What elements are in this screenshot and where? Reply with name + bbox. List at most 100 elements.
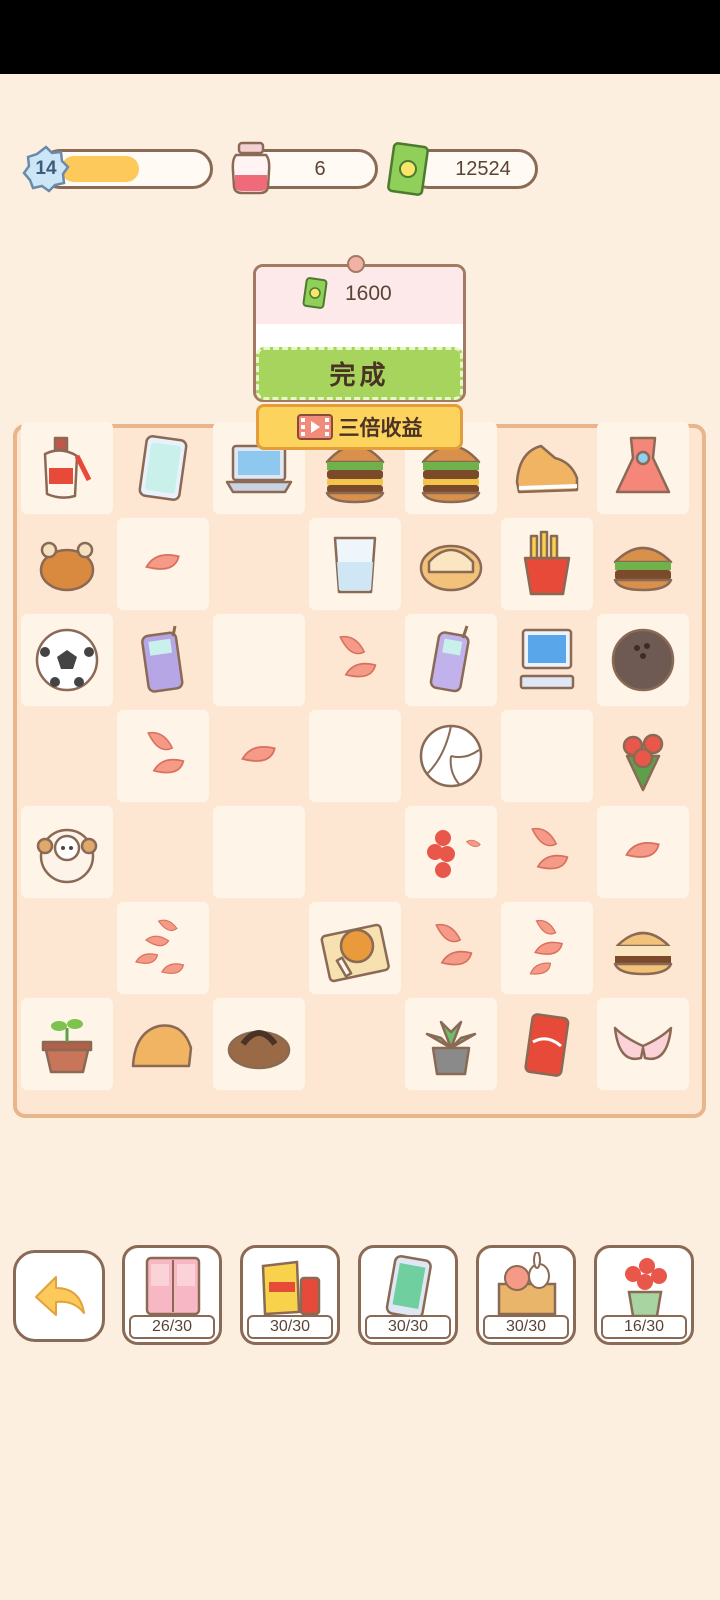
flower-pot-icon: [625, 1258, 667, 1318]
board-cell[interactable]: [405, 998, 497, 1090]
collection-count: 30/30: [365, 1315, 451, 1339]
board-cell[interactable]: [21, 422, 113, 514]
board-cell: [309, 998, 401, 1090]
sandwich-icon: [613, 931, 673, 976]
energy-jar-icon: [231, 141, 271, 195]
board-cell: [21, 710, 113, 802]
popup-pin-icon: [347, 255, 365, 273]
board-cell[interactable]: [501, 998, 593, 1090]
board-cell[interactable]: [117, 518, 209, 610]
board-cell: [501, 710, 593, 802]
board-cell[interactable]: [597, 902, 689, 994]
collection-count: 30/30: [483, 1315, 569, 1339]
board-cell[interactable]: [309, 902, 401, 994]
back-arrow-icon: [35, 1276, 85, 1316]
board-cell[interactable]: [213, 710, 305, 802]
collection-toy-box[interactable]: 30/30: [476, 1245, 576, 1345]
board-cell[interactable]: [117, 998, 209, 1090]
board-cell[interactable]: [405, 614, 497, 706]
board-cell[interactable]: [405, 710, 497, 802]
rose-cluster-icon: [427, 830, 481, 878]
bra-icon: [613, 1026, 673, 1061]
petals-2-icon: [147, 731, 185, 774]
petals-3-icon: [529, 919, 563, 975]
board-cell[interactable]: [501, 902, 593, 994]
volleyball-icon: [419, 724, 483, 788]
old-phone-icon: [141, 625, 184, 693]
wardrobe-icon: [145, 1256, 201, 1316]
board-cell: [117, 806, 209, 898]
board-cell[interactable]: [405, 518, 497, 610]
cash-value: 12524: [455, 157, 511, 180]
bowling-ball-icon: [611, 628, 675, 692]
board-cell: [213, 902, 305, 994]
desktop-computer-icon: [519, 628, 575, 690]
perfume-icon: [43, 436, 92, 499]
reward-amount: 1600: [345, 282, 392, 305]
board-cell[interactable]: [597, 998, 689, 1090]
board-cell[interactable]: [117, 902, 209, 994]
triple-reward-button[interactable]: 三倍收益: [256, 404, 463, 450]
fried-chicken-icon: [320, 923, 390, 983]
phone-icon: [385, 1255, 432, 1319]
back-button[interactable]: [13, 1250, 105, 1342]
soccer-ball-icon: [35, 628, 99, 692]
board-cell[interactable]: [21, 518, 113, 610]
board-cell[interactable]: [405, 806, 497, 898]
dress-icon: [615, 436, 671, 494]
petals-2-icon: [339, 635, 377, 678]
board-cell: [213, 518, 305, 610]
cola-can-icon: [524, 1013, 570, 1077]
cash-icon: [387, 142, 429, 196]
board-cell[interactable]: [501, 806, 593, 898]
plush-sheep-icon: [36, 828, 98, 884]
snacks-icon: [261, 1260, 321, 1316]
board-cell[interactable]: [501, 518, 593, 610]
board-cell[interactable]: [501, 614, 593, 706]
board-cell[interactable]: [213, 998, 305, 1090]
collection-phone[interactable]: 30/30: [358, 1245, 458, 1345]
petals-2-icon: [435, 923, 473, 966]
clog-icon: [131, 1024, 193, 1068]
video-icon: [296, 414, 333, 440]
smartphone-icon: [138, 435, 188, 501]
merge-board: [13, 422, 706, 1118]
petals-2-icon: [531, 827, 569, 870]
board-cell[interactable]: [405, 902, 497, 994]
energy-value: 6: [314, 157, 326, 180]
board-cell[interactable]: [309, 518, 401, 610]
succulent-pot-icon: [425, 1020, 477, 1076]
level-number: 14: [35, 158, 57, 179]
level-progress-fill: [61, 156, 139, 182]
done-button[interactable]: 完成: [256, 347, 463, 400]
board-cell[interactable]: [117, 422, 209, 514]
sprout-pot-icon: [41, 1019, 93, 1074]
petal-icon: [241, 745, 276, 762]
petal-icon: [625, 841, 660, 858]
collection-flower-pot[interactable]: 16/30: [594, 1245, 694, 1345]
collection-snacks[interactable]: 30/30: [240, 1245, 340, 1345]
roast-chicken-icon: [39, 541, 95, 592]
board-cell[interactable]: [21, 806, 113, 898]
board-cell[interactable]: [597, 518, 689, 610]
burger-icon: [613, 546, 673, 592]
board-cell[interactable]: [597, 614, 689, 706]
collection-count: 30/30: [247, 1315, 333, 1339]
board-cell: [21, 902, 113, 994]
board-cell[interactable]: [309, 614, 401, 706]
status-bar: [0, 0, 720, 74]
board-cell[interactable]: [21, 614, 113, 706]
reward-cash-icon: [302, 277, 328, 309]
collection-wardrobe[interactable]: 26/30: [122, 1245, 222, 1345]
board-cell: [309, 710, 401, 802]
board-cell[interactable]: [597, 806, 689, 898]
board-cell[interactable]: [21, 998, 113, 1090]
board-cell[interactable]: [597, 422, 689, 514]
board-cell[interactable]: [501, 422, 593, 514]
board-cell[interactable]: [117, 710, 209, 802]
petals-4-icon: [135, 919, 185, 974]
flip-phone-icon: [429, 625, 470, 693]
board-cell[interactable]: [597, 710, 689, 802]
board-cell[interactable]: [117, 614, 209, 706]
collection-count: 16/30: [601, 1315, 687, 1339]
